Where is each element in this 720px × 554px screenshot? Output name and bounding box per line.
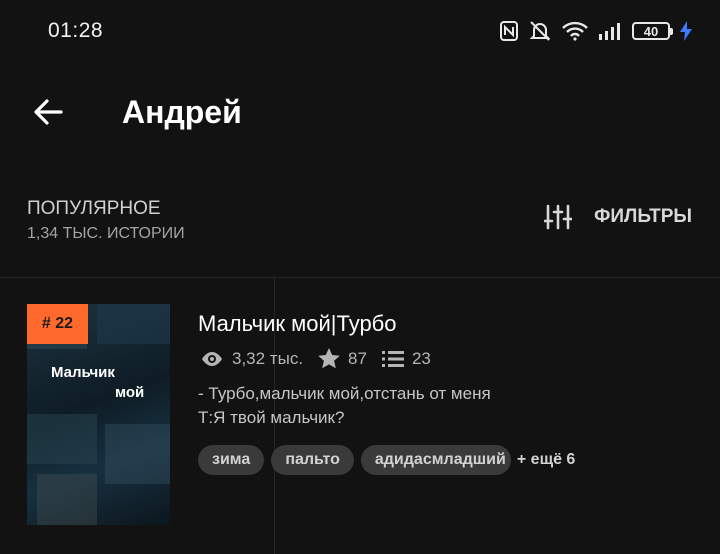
wifi-icon [562,21,588,41]
tag-label: адидасмладший [374,451,506,468]
arrow-left-icon [34,99,63,125]
sliders-icon [544,204,573,230]
story-card[interactable]: Мальчик мой # 22 Мальчик мой|Турбо 3,32 … [0,278,720,554]
back-button[interactable] [24,90,72,134]
more-tags-link[interactable]: + ещё 6 [517,451,575,469]
star-icon [318,348,340,369]
sort-label: ПОПУЛЯРНОЕ [27,198,161,219]
charging-icon [680,21,692,41]
description-line: Т:Я твой мальчик? [198,408,345,427]
list-icon [381,350,404,367]
description-line: - Турбо,мальчик мой,отстань от меня [198,384,491,403]
nfc-icon [500,21,518,41]
signal-icon [599,23,620,40]
cover-title-line1: Мальчик [51,364,115,381]
views-count: 3,32 тыс. [232,348,304,368]
status-icons: 40 [500,20,692,42]
parts-count: 23 [411,348,431,368]
status-time: 01:28 [48,19,104,42]
tag-list: зима пальто адидасмладший + ещё 6 [198,445,575,475]
tag-chip[interactable]: адидасмладший [360,445,511,475]
story-count: 1,34 ТЫС. ИСТОРИИ [27,225,185,242]
eye-icon [202,351,222,366]
battery-icon: 40 [632,22,673,40]
tag-chip[interactable]: пальто [271,445,354,475]
section-header: ПОПУЛЯРНОЕ 1,34 ТЫС. ИСТОРИИ ФИЛЬТРЫ [0,190,720,250]
parts-stat: 23 [381,348,431,369]
votes-count: 87 [348,348,367,368]
filters-label: ФИЛЬТРЫ [594,206,692,227]
filters-button[interactable]: ФИЛЬТРЫ [544,204,692,230]
rank-badge: # 22 [27,304,88,344]
tag-chip[interactable]: зима [198,445,265,475]
status-bar: 01:28 40 [0,0,720,64]
story-stats: 3,32 тыс. 87 23 [200,348,446,369]
top-app-bar: Андрей [0,76,720,148]
votes-stat: 87 [318,348,367,369]
cover-title-line2: мой [115,384,145,401]
story-description: - Турбо,мальчик мой,отстань от меня Т:Я … [198,382,491,430]
views-stat: 3,32 тыс. [200,349,303,369]
story-title[interactable]: Мальчик мой|Турбо [198,311,397,337]
mute-icon [529,21,551,41]
battery-level: 40 [643,23,659,39]
page-title: Андрей [122,94,242,130]
